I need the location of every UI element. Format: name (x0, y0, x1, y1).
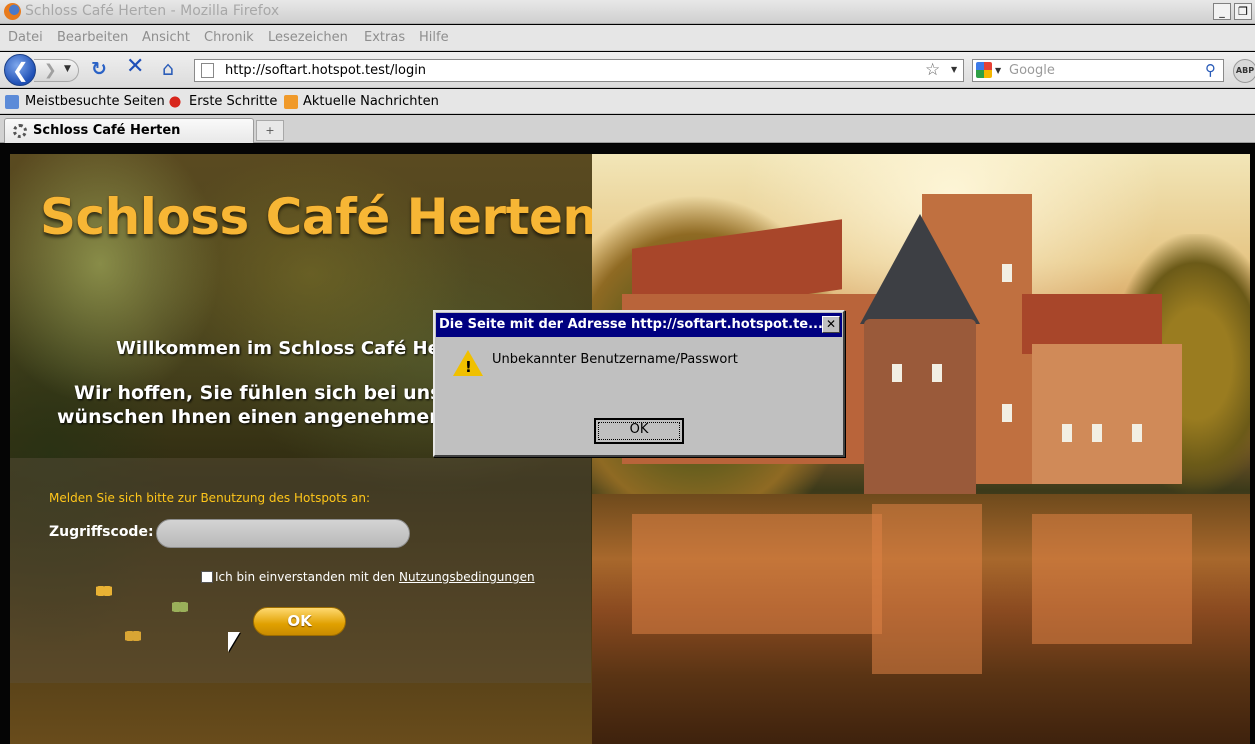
back-button[interactable]: ❮ (4, 54, 36, 86)
menu-bar: Datei Bearbeiten Ansicht Chronik Lesezei… (0, 25, 1255, 51)
access-code-label: Zugriffscode: (49, 524, 154, 540)
focus-ring (598, 422, 680, 440)
terms-checkbox[interactable] (201, 571, 213, 583)
google-engine-icon[interactable] (976, 62, 992, 78)
bookmarks-toolbar: Meistbesuchte Seiten Erste Schritte Aktu… (0, 89, 1255, 114)
dialog-title-bar: Die Seite mit der Adresse http://softart… (436, 313, 842, 337)
forward-button[interactable]: ❯ ▼ (34, 59, 79, 82)
menu-chronik[interactable]: Chronik (204, 30, 254, 45)
rss-feed-icon (284, 95, 298, 109)
new-tab-button[interactable]: + (256, 120, 284, 141)
window-title-bar: Schloss Café Herten - Mozilla Firefox _ … (0, 0, 1255, 24)
dialog-message: Unbekannter Benutzername/Passwort (492, 352, 738, 367)
login-panel: Melden Sie sich bitte zur Benutzung des … (10, 458, 591, 683)
tab-label: Schloss Café Herten (33, 123, 181, 138)
welcome-text-line2: wünschen Ihnen einen angenehmen (57, 406, 443, 428)
search-icon[interactable]: ⚲ (1205, 61, 1216, 79)
alert-dialog: Die Seite mit der Adresse http://softart… (433, 310, 845, 457)
castle-tower (864, 319, 976, 509)
page-icon (201, 63, 214, 78)
history-dropdown-icon[interactable]: ▼ (64, 64, 71, 74)
dialog-ok-button[interactable]: OK (594, 418, 684, 444)
navigation-toolbar: ❯ ▼ ❮ ↻ ✕ ⌂ http://softart.hotspot.test/… (0, 52, 1255, 88)
bookmark-news[interactable]: Aktuelle Nachrichten (303, 94, 439, 109)
firefox-logo-icon (4, 3, 21, 20)
terms-link[interactable]: Nutzungsbedingungen (399, 570, 535, 584)
adblock-icon[interactable]: ABP (1233, 59, 1255, 83)
tab-bar: Schloss Café Herten + (0, 115, 1255, 143)
castle-window (892, 364, 902, 382)
butterfly-decoration (96, 584, 112, 598)
dialog-title: Die Seite mit der Adresse http://softart… (439, 317, 823, 332)
minimize-button[interactable]: _ (1213, 3, 1231, 20)
mouse-pointer-icon (228, 632, 240, 652)
bookmark-most-visited[interactable]: Meistbesuchte Seiten (25, 94, 165, 109)
url-text[interactable]: http://softart.hotspot.test/login (225, 63, 426, 78)
forward-arrow-icon: ❯ (44, 61, 57, 79)
tower-roof (860, 214, 980, 324)
bookmark-star-icon[interactable]: ☆ (925, 60, 940, 80)
most-visited-icon (5, 95, 19, 109)
moat-water (592, 494, 1250, 744)
terms-label: Ich bin einverstanden mit den Nutzungsbe… (215, 570, 535, 584)
dialog-close-button[interactable]: ✕ (822, 316, 840, 333)
castle-window (1062, 424, 1072, 442)
menu-lesezeichen[interactable]: Lesezeichen (268, 30, 348, 45)
menu-bearbeiten[interactable]: Bearbeiten (57, 30, 128, 45)
tower-reflection (872, 504, 982, 674)
wing-reflection (1032, 514, 1192, 644)
login-prompt: Melden Sie sich bitte zur Benutzung des … (49, 491, 371, 505)
menu-extras[interactable]: Extras (364, 30, 405, 45)
bookmark-first-steps[interactable]: Erste Schritte (189, 94, 277, 109)
castle-window (1002, 264, 1012, 282)
warning-exclamation-icon: ! (465, 358, 472, 376)
access-code-input[interactable] (156, 519, 410, 548)
castle-window (1132, 424, 1142, 442)
restore-button[interactable]: ❐ (1234, 3, 1252, 20)
back-arrow-icon: ❮ (12, 58, 29, 82)
first-steps-icon (168, 95, 182, 109)
castle-window (1092, 424, 1102, 442)
menu-ansicht[interactable]: Ansicht (142, 30, 190, 45)
castle-reflection (632, 514, 882, 634)
site-logo: Schloss Café Herten (40, 188, 598, 246)
terms-text: Ich bin einverstanden mit den (215, 570, 399, 584)
castle-wing-wall (1032, 344, 1182, 484)
address-bar[interactable]: http://softart.hotspot.test/login ☆ ▼ (194, 59, 964, 82)
reload-icon[interactable]: ↻ (91, 59, 107, 79)
butterfly-decoration (172, 600, 188, 614)
engine-dropdown-icon[interactable]: ▼ (995, 66, 1001, 75)
url-dropdown-icon[interactable]: ▼ (951, 65, 957, 74)
tab-schloss-cafe[interactable]: Schloss Café Herten (4, 118, 254, 143)
login-ok-button[interactable]: OK (253, 607, 346, 636)
menu-hilfe[interactable]: Hilfe (419, 30, 449, 45)
home-icon[interactable]: ⌂ (162, 59, 174, 79)
welcome-text-line1: Wir hoffen, Sie fühlen sich bei uns w (74, 382, 466, 404)
castle-window (932, 364, 942, 382)
butterfly-decoration (125, 629, 141, 643)
menu-datei[interactable]: Datei (8, 30, 43, 45)
stop-icon[interactable]: ✕ (126, 56, 144, 78)
castle-window (1002, 404, 1012, 422)
loading-spinner-icon (13, 124, 27, 138)
window-title: Schloss Café Herten - Mozilla Firefox (25, 3, 280, 19)
welcome-heading: Willkommen im Schloss Café He (116, 338, 440, 359)
search-bar[interactable]: ▼ Google ⚲ (972, 59, 1224, 82)
search-placeholder[interactable]: Google (1009, 63, 1055, 78)
